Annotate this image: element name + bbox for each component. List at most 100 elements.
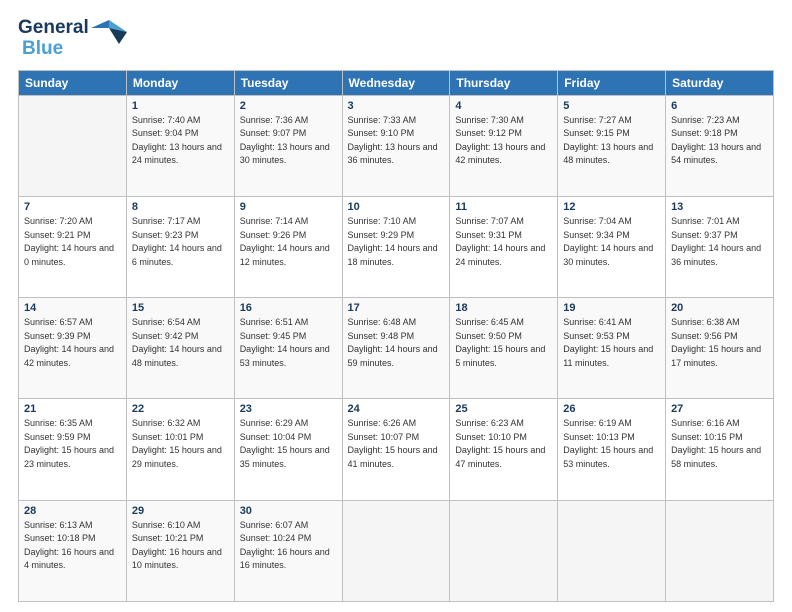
day-info: Sunrise: 6:23 AMSunset: 10:10 PMDaylight… xyxy=(455,417,552,471)
calendar-day-cell: 1 Sunrise: 7:40 AMSunset: 9:04 PMDaylight… xyxy=(126,95,234,196)
day-info: Sunrise: 6:35 AMSunset: 9:59 PMDaylight:… xyxy=(24,417,121,471)
day-number: 5 xyxy=(563,100,660,112)
day-number: 6 xyxy=(671,100,768,112)
day-number: 25 xyxy=(455,403,552,415)
day-number: 21 xyxy=(24,403,121,415)
day-info: Sunrise: 6:38 AMSunset: 9:56 PMDaylight:… xyxy=(671,316,768,370)
day-number: 9 xyxy=(240,201,337,213)
calendar-day-cell xyxy=(558,500,666,601)
day-number: 12 xyxy=(563,201,660,213)
day-number: 14 xyxy=(24,302,121,314)
weekday-header: Sunday xyxy=(19,70,127,95)
calendar-week-row: 14 Sunrise: 6:57 AMSunset: 9:39 PMDayligh… xyxy=(19,298,774,399)
calendar-day-cell: 20Sunrise: 6:38 AMSunset: 9:56 PMDayligh… xyxy=(666,298,774,399)
calendar-day-cell: 4 Sunrise: 7:30 AMSunset: 9:12 PMDaylight… xyxy=(450,95,558,196)
day-info: Sunrise: 7:10 AMSunset: 9:29 PMDaylight:… xyxy=(348,215,445,269)
calendar-day-cell: 6 Sunrise: 7:23 AMSunset: 9:18 PMDaylight… xyxy=(666,95,774,196)
calendar-day-cell: 28 Sunrise: 6:13 AMSunset: 10:18 PMDaylig… xyxy=(19,500,127,601)
calendar-day-cell: 18 Sunrise: 6:45 AMSunset: 9:50 PMDayligh… xyxy=(450,298,558,399)
calendar-day-cell: 10 Sunrise: 7:10 AMSunset: 9:29 PMDayligh… xyxy=(342,197,450,298)
day-number: 19 xyxy=(563,302,660,314)
day-info: Sunrise: 6:51 AMSunset: 9:45 PMDaylight:… xyxy=(240,316,337,370)
day-info: Sunrise: 7:27 AMSunset: 9:15 PMDaylight:… xyxy=(563,114,660,168)
day-info: Sunrise: 7:14 AMSunset: 9:26 PMDaylight:… xyxy=(240,215,337,269)
calendar-day-cell: 14 Sunrise: 6:57 AMSunset: 9:39 PMDayligh… xyxy=(19,298,127,399)
day-info: Sunrise: 6:54 AMSunset: 9:42 PMDaylight:… xyxy=(132,316,229,370)
day-info: Sunrise: 6:10 AMSunset: 10:21 PMDaylight… xyxy=(132,519,229,573)
day-info: Sunrise: 7:20 AMSunset: 9:21 PMDaylight:… xyxy=(24,215,121,269)
day-info: Sunrise: 7:33 AMSunset: 9:10 PMDaylight:… xyxy=(348,114,445,168)
calendar-week-row: 28 Sunrise: 6:13 AMSunset: 10:18 PMDaylig… xyxy=(19,500,774,601)
day-number: 23 xyxy=(240,403,337,415)
day-info: Sunrise: 7:36 AMSunset: 9:07 PMDaylight:… xyxy=(240,114,337,168)
day-number: 15 xyxy=(132,302,229,314)
day-number: 18 xyxy=(455,302,552,314)
weekday-header: Saturday xyxy=(666,70,774,95)
day-info: Sunrise: 6:48 AMSunset: 9:48 PMDaylight:… xyxy=(348,316,445,370)
calendar-day-cell: 23 Sunrise: 6:29 AMSunset: 10:04 PMDaylig… xyxy=(234,399,342,500)
day-info: Sunrise: 6:16 AMSunset: 10:15 PMDaylight… xyxy=(671,417,768,471)
day-number: 2 xyxy=(240,100,337,112)
weekday-header: Tuesday xyxy=(234,70,342,95)
logo-text: General Blue xyxy=(18,18,89,60)
calendar-day-cell xyxy=(666,500,774,601)
day-info: Sunrise: 6:29 AMSunset: 10:04 PMDaylight… xyxy=(240,417,337,471)
calendar-day-cell: 2 Sunrise: 7:36 AMSunset: 9:07 PMDaylight… xyxy=(234,95,342,196)
day-number: 11 xyxy=(455,201,552,213)
day-info: Sunrise: 7:01 AMSunset: 9:37 PMDaylight:… xyxy=(671,215,768,269)
calendar-day-cell: 21 Sunrise: 6:35 AMSunset: 9:59 PMDayligh… xyxy=(19,399,127,500)
day-number: 28 xyxy=(24,505,121,517)
day-info: Sunrise: 6:19 AMSunset: 10:13 PMDaylight… xyxy=(563,417,660,471)
day-info: Sunrise: 6:41 AMSunset: 9:53 PMDaylight:… xyxy=(563,316,660,370)
day-info: Sunrise: 7:04 AMSunset: 9:34 PMDaylight:… xyxy=(563,215,660,269)
day-info: Sunrise: 7:07 AMSunset: 9:31 PMDaylight:… xyxy=(455,215,552,269)
calendar-day-cell: 24Sunrise: 6:26 AMSunset: 10:07 PMDaylig… xyxy=(342,399,450,500)
calendar-day-cell: 7 Sunrise: 7:20 AMSunset: 9:21 PMDaylight… xyxy=(19,197,127,298)
weekday-header: Wednesday xyxy=(342,70,450,95)
day-info: Sunrise: 7:23 AMSunset: 9:18 PMDaylight:… xyxy=(671,114,768,168)
day-number: 3 xyxy=(348,100,445,112)
weekday-header: Friday xyxy=(558,70,666,95)
logo-bird-icon xyxy=(91,18,127,46)
day-info: Sunrise: 6:32 AMSunset: 10:01 PMDaylight… xyxy=(132,417,229,471)
day-number: 1 xyxy=(132,100,229,112)
calendar-day-cell: 12 Sunrise: 7:04 AMSunset: 9:34 PMDayligh… xyxy=(558,197,666,298)
calendar-day-cell: 19 Sunrise: 6:41 AMSunset: 9:53 PMDayligh… xyxy=(558,298,666,399)
day-info: Sunrise: 7:17 AMSunset: 9:23 PMDaylight:… xyxy=(132,215,229,269)
calendar-day-cell: 29 Sunrise: 6:10 AMSunset: 10:21 PMDaylig… xyxy=(126,500,234,601)
day-number: 27 xyxy=(671,403,768,415)
page-header: General Blue xyxy=(18,18,774,60)
calendar-day-cell: 9 Sunrise: 7:14 AMSunset: 9:26 PMDaylight… xyxy=(234,197,342,298)
day-number: 29 xyxy=(132,505,229,517)
day-number: 17 xyxy=(348,302,445,314)
weekday-header: Thursday xyxy=(450,70,558,95)
calendar-day-cell: 15 Sunrise: 6:54 AMSunset: 9:42 PMDayligh… xyxy=(126,298,234,399)
calendar-day-cell: 13 Sunrise: 7:01 AMSunset: 9:37 PMDayligh… xyxy=(666,197,774,298)
day-number: 16 xyxy=(240,302,337,314)
day-number: 8 xyxy=(132,201,229,213)
calendar-day-cell: 17 Sunrise: 6:48 AMSunset: 9:48 PMDayligh… xyxy=(342,298,450,399)
calendar-table: SundayMondayTuesdayWednesdayThursdayFrid… xyxy=(18,70,774,602)
day-info: Sunrise: 6:13 AMSunset: 10:18 PMDaylight… xyxy=(24,519,121,573)
day-info: Sunrise: 6:57 AMSunset: 9:39 PMDaylight:… xyxy=(24,316,121,370)
day-number: 7 xyxy=(24,201,121,213)
calendar-week-row: 7 Sunrise: 7:20 AMSunset: 9:21 PMDaylight… xyxy=(19,197,774,298)
calendar-day-cell: 16 Sunrise: 6:51 AMSunset: 9:45 PMDayligh… xyxy=(234,298,342,399)
calendar-day-cell: 27 Sunrise: 6:16 AMSunset: 10:15 PMDaylig… xyxy=(666,399,774,500)
day-info: Sunrise: 7:30 AMSunset: 9:12 PMDaylight:… xyxy=(455,114,552,168)
day-info: Sunrise: 6:45 AMSunset: 9:50 PMDaylight:… xyxy=(455,316,552,370)
day-number: 26 xyxy=(563,403,660,415)
day-info: Sunrise: 7:40 AMSunset: 9:04 PMDaylight:… xyxy=(132,114,229,168)
day-info: Sunrise: 6:07 AMSunset: 10:24 PMDaylight… xyxy=(240,519,337,573)
calendar-day-cell: 3 Sunrise: 7:33 AMSunset: 9:10 PMDaylight… xyxy=(342,95,450,196)
day-number: 13 xyxy=(671,201,768,213)
day-number: 22 xyxy=(132,403,229,415)
day-number: 10 xyxy=(348,201,445,213)
calendar-day-cell: 30 Sunrise: 6:07 AMSunset: 10:24 PMDaylig… xyxy=(234,500,342,601)
calendar-day-cell xyxy=(19,95,127,196)
day-number: 30 xyxy=(240,505,337,517)
calendar-day-cell: 11 Sunrise: 7:07 AMSunset: 9:31 PMDayligh… xyxy=(450,197,558,298)
calendar-day-cell: 5 Sunrise: 7:27 AMSunset: 9:15 PMDaylight… xyxy=(558,95,666,196)
calendar-day-cell xyxy=(450,500,558,601)
day-number: 4 xyxy=(455,100,552,112)
